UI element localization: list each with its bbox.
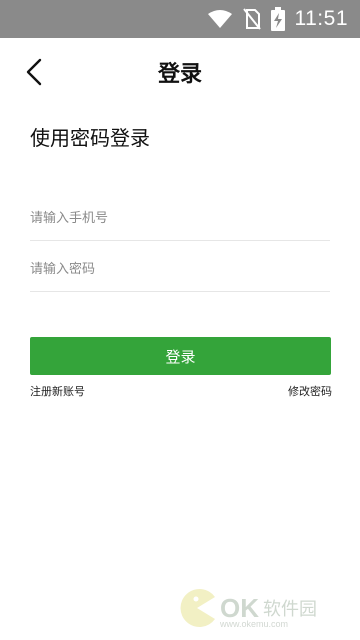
login-screen: 11:51 登录 使用密码登录 登录 注册新账号 修改密码: [0, 0, 360, 640]
wifi-icon: [207, 9, 233, 29]
phone-input[interactable]: [30, 196, 330, 240]
no-sim-icon: [242, 8, 261, 30]
login-method-title: 使用密码登录: [30, 126, 150, 150]
status-bar: 11:51: [0, 0, 360, 38]
change-password-link[interactable]: 修改密码: [288, 383, 332, 399]
register-link[interactable]: 注册新账号: [30, 383, 85, 399]
watermark-logo: OK 软件园 www.okemu.com: [176, 583, 356, 633]
watermark-brand-cn: 软件园: [263, 599, 317, 620]
watermark-url: www.okemu.com: [220, 619, 289, 629]
phone-field-wrapper: [30, 196, 330, 241]
login-button[interactable]: 登录: [30, 337, 331, 375]
password-input[interactable]: [30, 247, 330, 291]
page-title: 登录: [157, 62, 202, 87]
status-time: 11:51: [294, 7, 348, 30]
app-header: 登录: [0, 38, 360, 106]
password-field-wrapper: [30, 247, 330, 292]
pacman-logo-icon: [176, 587, 218, 629]
battery-charging-icon: [270, 7, 285, 31]
status-icons: 11:51: [207, 0, 349, 38]
